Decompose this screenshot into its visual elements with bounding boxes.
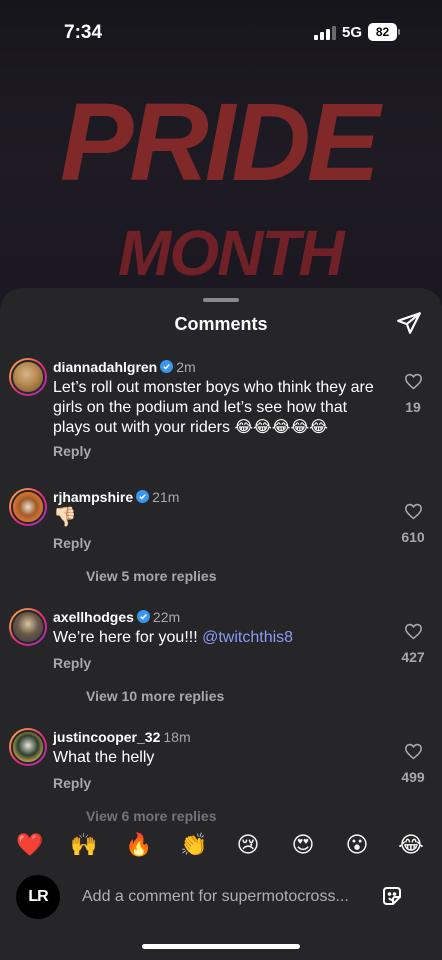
avatar[interactable] [9,358,47,396]
avatar[interactable] [9,608,47,646]
reaction-raised-hands-emoji[interactable]: 🙌 [69,830,99,860]
comment-time: 22m [152,609,181,625]
pride-month-artwork: PRIDE MONTH [60,81,388,289]
like-heart-icon[interactable] [404,743,423,760]
reaction-crying-emoji[interactable]: 😢 [233,830,263,860]
view-more-replies-button[interactable]: View 5 more replies [86,568,216,584]
avatar[interactable] [9,488,47,526]
comment-username[interactable]: diannadahlgren [53,359,157,375]
comment-text-body: We’re here for you!!! [53,629,203,646]
comment-text: 👎🏻 [53,507,77,528]
reaction-heart-eyes-emoji[interactable]: 😍 [288,830,318,860]
status-bar: 7:34 5G 82 [0,0,442,66]
comment-time: 18m [163,729,191,745]
comment-item: axellhodges 22m We’re here for you!!! @tw… [0,606,442,706]
cellular-signal-icon [314,26,336,40]
comment-time: 2m [176,359,196,375]
reaction-laughing-emoji[interactable]: 😂 [396,830,426,860]
verified-badge-icon [136,610,150,623]
comment-text: What the helly [53,749,155,766]
view-more-replies-button[interactable]: View 10 more replies [86,688,224,704]
reaction-clap-emoji[interactable]: 👏 [179,830,209,860]
battery-icon: 82 [368,23,400,41]
like-heart-icon[interactable] [404,503,423,520]
reaction-fire-emoji[interactable]: 🔥 [124,830,154,860]
reaction-heart-emoji[interactable]: ❤️ [15,830,45,860]
mention-link[interactable]: @twitchthis8 [202,629,293,646]
status-time: 7:34 [64,22,103,43]
comment-composer: LR [0,868,442,924]
home-indicator[interactable] [142,944,300,949]
reply-button[interactable]: Reply [53,775,91,791]
sheet-title: Comments [174,314,268,334]
view-more-replies-button[interactable]: View 6 more replies [86,808,216,824]
comment-username[interactable]: justincooper_32 [53,729,160,745]
battery-level: 82 [368,23,397,41]
current-user-avatar: LR [16,875,60,919]
comment-item: justincooper_32 18m What the helly Reply … [0,726,442,826]
verified-badge-icon [160,360,174,373]
comment-text: We’re here for you!!! @twitchthis8 [53,628,383,648]
quick-reactions-bar: ❤️ 🙌 🔥 👏 😢 😍 😮 😂 [0,830,442,862]
reply-button[interactable]: Reply [53,655,91,671]
reaction-surprised-emoji[interactable]: 😮 [342,830,372,860]
avatar[interactable] [9,728,47,766]
verified-badge-icon [136,490,150,503]
like-heart-icon[interactable] [404,373,423,390]
share-icon[interactable] [396,310,422,336]
like-heart-icon[interactable] [404,623,423,640]
like-count: 610 [401,529,425,545]
sticker-icon[interactable] [380,884,404,908]
pride-art-text: PRIDE [60,81,384,204]
reply-button[interactable]: Reply [53,535,91,551]
like-count: 427 [401,649,425,665]
comment-item: diannadahlgren 2m Let’s roll out monster … [0,356,442,466]
comment-username[interactable]: axellhodges [53,609,134,625]
sheet-grabber[interactable] [203,298,239,302]
reply-button[interactable]: Reply [53,443,91,459]
comment-time: 21m [152,489,180,505]
like-count: 19 [405,399,421,415]
comment-item: rjhampshire 21m 👎🏻 Reply 610 View 5 more … [0,486,442,586]
like-count: 499 [401,769,425,785]
comment-username[interactable]: rjhampshire [53,489,133,505]
month-art-text: MONTH [118,217,346,289]
comment-text: Let’s roll out monster boys who think th… [53,379,374,436]
comment-input[interactable] [70,875,424,919]
network-type: 5G [342,24,363,41]
